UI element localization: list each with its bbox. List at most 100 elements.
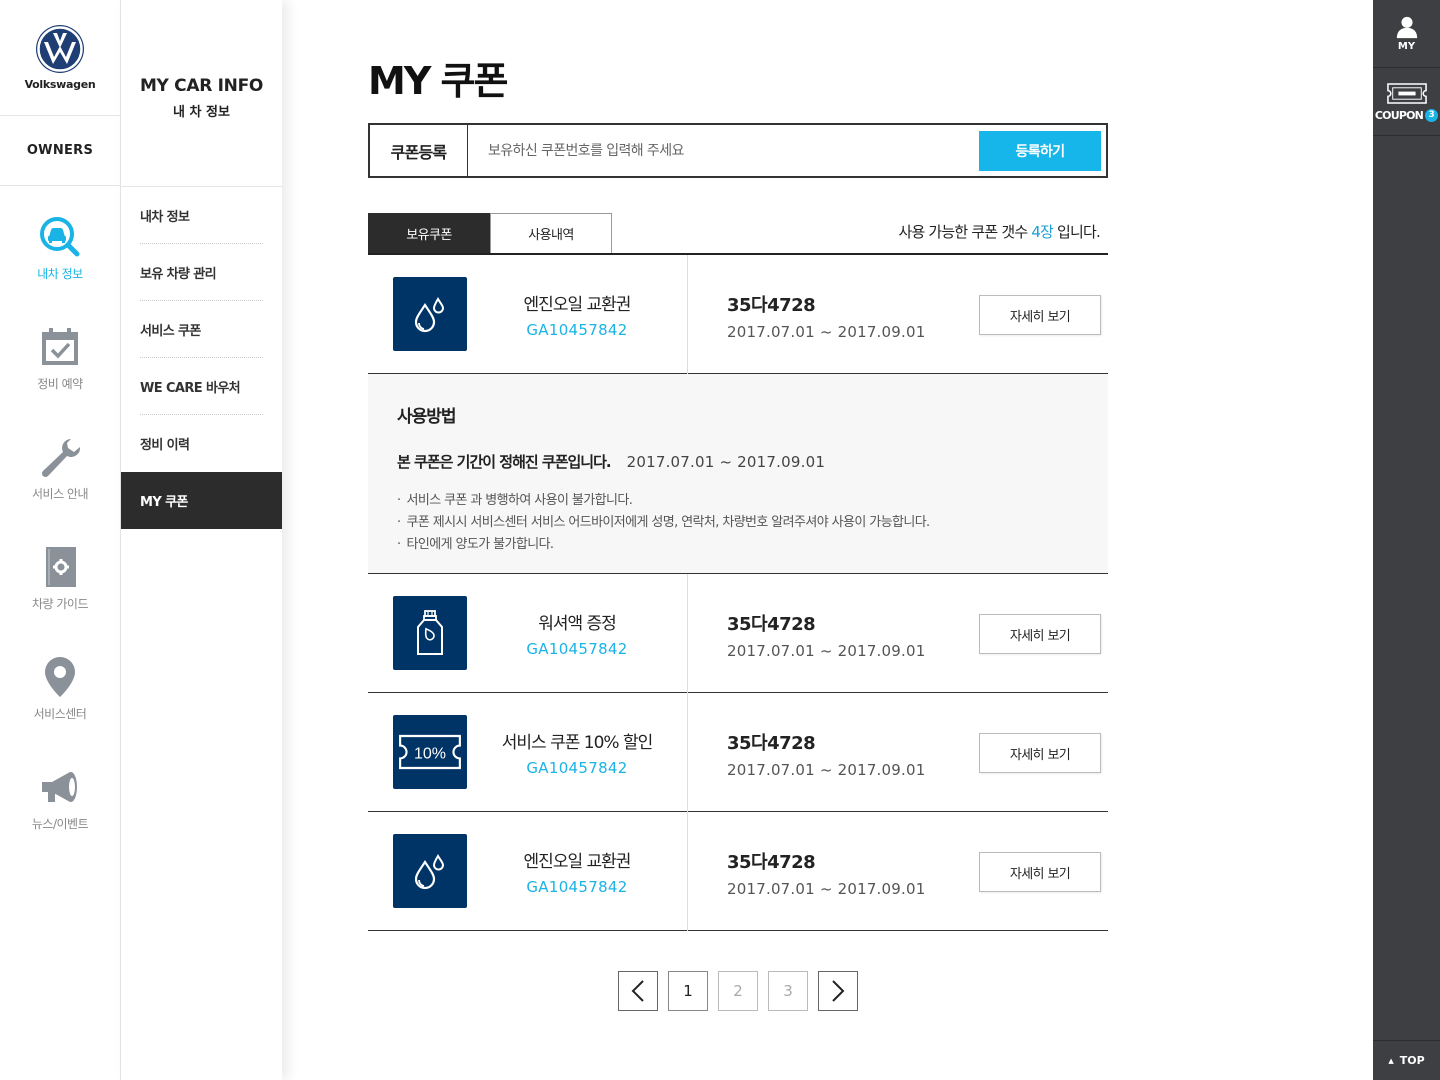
sub-item-my-coupon[interactable]: MY 쿠폰: [121, 472, 282, 529]
prev-page-button[interactable]: [618, 971, 658, 1011]
nav-item-label: 서비스 안내: [31, 487, 89, 501]
coupon-code: GA10457842: [526, 640, 628, 658]
coupon-number-input[interactable]: [468, 125, 979, 176]
coupon-icon-box: [393, 834, 467, 908]
nav-item-my-car-info[interactable]: 내차 정보: [0, 215, 120, 305]
usage-title: 사용방법: [397, 407, 457, 427]
nav-item-vehicle-guide[interactable]: 차량 가이드: [0, 545, 120, 635]
usage-lead-text: 본 쿠폰은 기간이 정해진 쿠폰입니다.: [397, 453, 612, 471]
coupon-ticket-icon: [1386, 82, 1427, 104]
sub-menu: MY CAR INFO 내 차 정보 내차 정보 보유 차량 관리 서비스 쿠폰…: [121, 0, 282, 1080]
nav-item-news-events[interactable]: 뉴스/이벤트: [0, 765, 120, 855]
coupon-register-label: 쿠폰등록: [370, 125, 468, 176]
available-coupon-count: 사용 가능한 쿠폰 갯수 4장 입니다.: [898, 221, 1100, 242]
sub-item-we-care-voucher[interactable]: WE CARE 바우처: [121, 358, 282, 415]
nav-item-label: 내차 정보: [37, 267, 83, 281]
column-divider: [687, 812, 688, 931]
page-title: MY 쿠폰: [368, 59, 508, 103]
view-details-button[interactable]: 자세히 보기: [979, 733, 1101, 773]
coupon-name-col: 엔진오일 교환권 GA10457842: [467, 812, 687, 931]
coupon-name-col: 엔진오일 교환권 GA10457842: [467, 255, 687, 374]
usage-lead: 본 쿠폰은 기간이 정해진 쿠폰입니다. 2017.07.01 ~ 2017.0…: [397, 451, 1079, 472]
usage-note: 쿠폰 제시시 서비스센터 서비스 어드바이저에게 성명, 연락처, 차량번호 알…: [397, 512, 1079, 534]
column-divider: [687, 255, 688, 374]
coupon-row: 10% 서비스 쿠폰 10% 할인 GA10457842 35다4728 201…: [368, 693, 1108, 812]
megaphone-icon: [42, 772, 77, 802]
column-divider: [687, 693, 688, 812]
sub-item-service-coupon[interactable]: 서비스 쿠폰: [121, 301, 282, 358]
coupon-icon-box: 10%: [393, 715, 467, 789]
pagination: 1 2 3: [618, 971, 858, 1011]
column-divider: [687, 574, 688, 693]
sub-item-owned-vehicles[interactable]: 보유 차량 관리: [121, 244, 282, 301]
vehicle-plate: 35다4728: [727, 852, 816, 873]
guide-book-icon: [46, 547, 76, 587]
my-button[interactable]: MY: [1373, 0, 1440, 68]
coupon-code: GA10457842: [526, 759, 628, 777]
nav-item-service-guide[interactable]: 서비스 안내: [0, 435, 120, 525]
coupon-row: 엔진오일 교환권 GA10457842 35다4728 2017.07.01 ~…: [368, 255, 1108, 374]
car-search-icon: [40, 217, 80, 257]
coupon-code: GA10457842: [526, 321, 628, 339]
coupon-period: 2017.07.01 ~ 2017.09.01: [727, 880, 926, 898]
usage-instructions-panel: 사용방법 본 쿠폰은 기간이 정해진 쿠폰입니다. 2017.07.01 ~ 2…: [368, 374, 1108, 574]
coupon-quick-label: COUPON: [1374, 108, 1424, 122]
nav-item-label: 정비 예약: [37, 377, 83, 391]
view-details-button[interactable]: 자세히 보기: [979, 614, 1101, 654]
usage-dates: 2017.07.01 ~ 2017.09.01: [626, 453, 826, 471]
right-quick-bar: MY COUPON 3 ▲ TOP: [1373, 0, 1440, 1080]
tab-owned-coupons[interactable]: 보유쿠폰: [368, 213, 490, 253]
coupon-period: 2017.07.01 ~ 2017.09.01: [727, 761, 926, 779]
sub-item-my-car[interactable]: 내차 정보: [121, 187, 282, 244]
coupon-quick-row: COUPON 3: [1374, 108, 1439, 122]
washer-fluid-icon: [417, 610, 443, 655]
coupon-row: 엔진오일 교환권 GA10457842 35다4728 2017.07.01 ~…: [368, 812, 1108, 931]
coupon-name: 엔진오일 교환권: [523, 852, 632, 872]
count-prefix: 사용 가능한 쿠폰 갯수: [898, 223, 1032, 241]
view-details-button[interactable]: 자세히 보기: [979, 295, 1101, 335]
location-pin-icon: [45, 657, 75, 697]
nav-item-maintenance-booking[interactable]: 정비 예약: [0, 325, 120, 415]
wrench-icon: [41, 439, 81, 478]
usage-note: 타인에게 양도가 불가합니다.: [397, 534, 1079, 556]
coupon-icon-box: [393, 277, 467, 351]
discount-ticket-icon: 10%: [399, 734, 461, 770]
register-button[interactable]: 등록하기: [979, 130, 1101, 171]
oil-drop-icon: [414, 854, 445, 890]
nav-item-label: 서비스센터: [33, 707, 87, 721]
owners-label[interactable]: OWNERS: [0, 116, 120, 186]
triangle-up-icon: ▲: [1388, 1056, 1394, 1065]
brand-logo[interactable]: Volkswagen: [0, 0, 120, 116]
coupon-name: 워셔액 증정: [538, 614, 617, 634]
coupon-count-badge: 3: [1425, 108, 1439, 122]
volkswagen-logo-icon: [36, 25, 84, 73]
coupon-name: 엔진오일 교환권: [523, 295, 632, 315]
coupon-tabs: 보유쿠폰 사용내역 사용 가능한 쿠폰 갯수 4장 입니다.: [368, 213, 1108, 255]
coupon-code: GA10457842: [526, 878, 628, 896]
calendar-check-icon: [42, 328, 78, 365]
view-details-button[interactable]: 자세히 보기: [979, 852, 1101, 892]
sub-menu-title-en: MY CAR INFO: [139, 76, 264, 96]
nav-item-label: 뉴스/이벤트: [31, 817, 89, 831]
page-button-2[interactable]: 2: [718, 971, 758, 1011]
sub-item-maintenance-history[interactable]: 정비 이력: [121, 415, 282, 472]
discount-text: 10%: [414, 745, 446, 762]
page-button-1[interactable]: 1: [668, 971, 708, 1011]
usage-notes: 서비스 쿠폰 과 병행하여 사용이 불가합니다. 쿠폰 제시시 서비스센터 서비…: [397, 490, 1079, 556]
nav-item-service-center[interactable]: 서비스센터: [0, 655, 120, 745]
chevron-left-icon: [631, 980, 644, 1002]
sub-menu-header: MY CAR INFO 내 차 정보: [121, 0, 282, 187]
next-page-button[interactable]: [818, 971, 858, 1011]
page-button-3[interactable]: 3: [768, 971, 808, 1011]
coupon-info-col: 35다4728 2017.07.01 ~ 2017.09.01: [727, 610, 925, 660]
vehicle-plate: 35다4728: [727, 614, 816, 635]
vehicle-plate: 35다4728: [727, 295, 816, 316]
scroll-top-button[interactable]: ▲ TOP: [1373, 1040, 1440, 1080]
left-nav: Volkswagen OWNERS 내차 정보 정비 예약 서비스 안내 차량 …: [0, 0, 121, 1080]
coupon-name-col: 워셔액 증정 GA10457842: [467, 574, 687, 693]
count-number: 4장: [1031, 223, 1054, 241]
coupon-info-col: 35다4728 2017.07.01 ~ 2017.09.01: [727, 848, 925, 898]
coupon-quick-button[interactable]: COUPON 3: [1373, 68, 1440, 136]
tab-usage-history[interactable]: 사용내역: [490, 213, 612, 253]
user-icon: [1396, 16, 1417, 39]
